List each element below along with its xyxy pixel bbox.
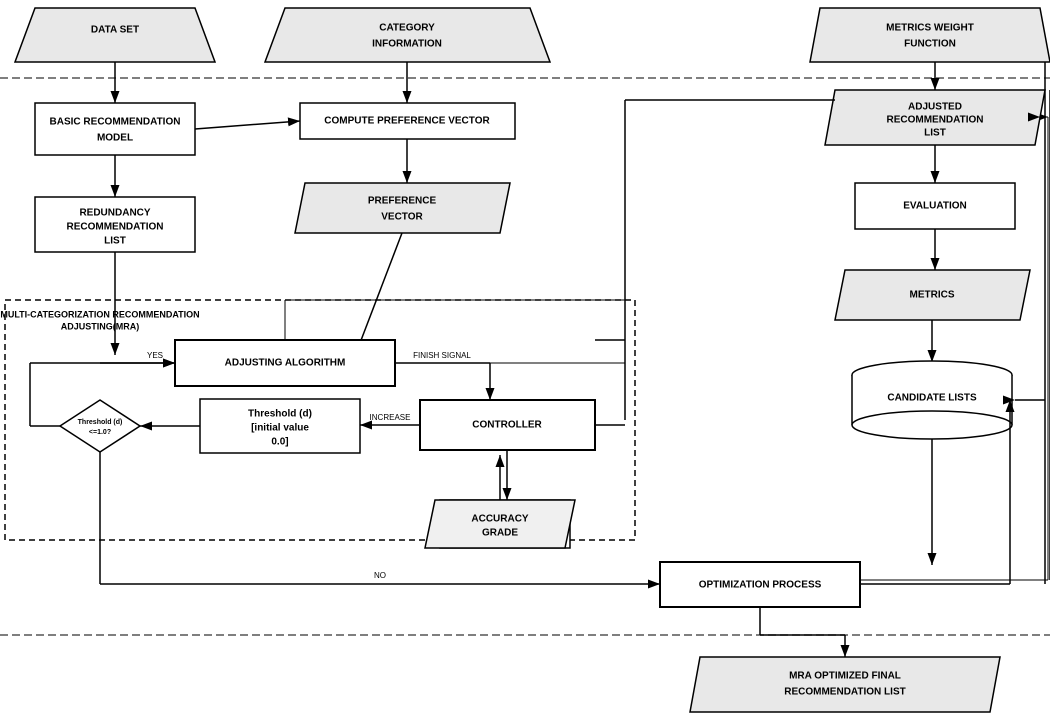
increase-label: INCREASE bbox=[370, 413, 411, 422]
basic-recommendation-model bbox=[35, 103, 195, 155]
svg-text:GRADE: GRADE bbox=[482, 528, 518, 539]
svg-text:METRICS: METRICS bbox=[910, 290, 955, 301]
svg-text:MRA OPTIMIZED FINAL: MRA OPTIMIZED FINAL bbox=[789, 671, 901, 682]
svg-text:COMPUTE PREFERENCE VECTOR: COMPUTE PREFERENCE VECTOR bbox=[324, 116, 490, 127]
svg-text:BASIC RECOMMENDATION: BASIC RECOMMENDATION bbox=[50, 117, 181, 128]
svg-text:ADJUSTED: ADJUSTED bbox=[908, 102, 962, 113]
svg-text:RECOMMENDATION: RECOMMENDATION bbox=[886, 115, 983, 126]
mra-label2: ADJUSTING(MRA) bbox=[61, 321, 140, 331]
svg-text:[initial value: [initial value bbox=[251, 423, 309, 434]
svg-text:ACCURACY: ACCURACY bbox=[471, 514, 529, 525]
svg-text:VECTOR: VECTOR bbox=[381, 212, 423, 223]
svg-text:Threshold (d): Threshold (d) bbox=[248, 409, 312, 420]
flowchart-diagram: DATA SET CATEGORY INFORMATION METRICS WE… bbox=[0, 0, 1050, 721]
svg-text:OPTIMIZATION PROCESS: OPTIMIZATION PROCESS bbox=[699, 580, 822, 591]
metrics-weight-header: METRICS WEIGHT bbox=[886, 23, 974, 34]
yes-label: YES bbox=[147, 351, 163, 360]
candidate-lists-bottom bbox=[852, 411, 1012, 439]
svg-text:RECOMMENDATION LIST: RECOMMENDATION LIST bbox=[784, 687, 905, 698]
svg-text:0.0]: 0.0] bbox=[271, 437, 288, 448]
mra-label: MULTI-CATEGORIZATION RECOMMENDATION bbox=[0, 309, 199, 319]
metrics-weight-header2: FUNCTION bbox=[904, 39, 956, 50]
svg-text:ADJUSTING ALGORITHM: ADJUSTING ALGORITHM bbox=[225, 358, 346, 369]
svg-text:LIST: LIST bbox=[924, 128, 946, 139]
mra-optimized bbox=[690, 657, 1000, 712]
svg-text:REDUNDANCY: REDUNDANCY bbox=[79, 208, 150, 219]
data-set-header: DATA SET bbox=[91, 25, 139, 36]
svg-text:<=1.0?: <=1.0? bbox=[89, 429, 111, 436]
svg-text:RECOMMENDATION: RECOMMENDATION bbox=[66, 222, 163, 233]
svg-text:EVALUATION: EVALUATION bbox=[903, 201, 967, 212]
svg-text:CONTROLLER: CONTROLLER bbox=[472, 420, 542, 431]
preference-vector bbox=[295, 183, 510, 233]
category-info-header2: INFORMATION bbox=[372, 39, 442, 50]
svg-text:LIST: LIST bbox=[104, 236, 126, 247]
svg-text:Threshold (d): Threshold (d) bbox=[78, 419, 123, 426]
svg-text:MODEL: MODEL bbox=[97, 133, 133, 144]
no-label: NO bbox=[374, 571, 386, 580]
finish-signal-label: FINISH SIGNAL bbox=[413, 351, 471, 360]
svg-text:PREFERENCE: PREFERENCE bbox=[368, 196, 437, 207]
category-info-header: CATEGORY bbox=[379, 23, 435, 34]
candidate-lists-text: CANDIDATE LISTS bbox=[887, 393, 977, 404]
